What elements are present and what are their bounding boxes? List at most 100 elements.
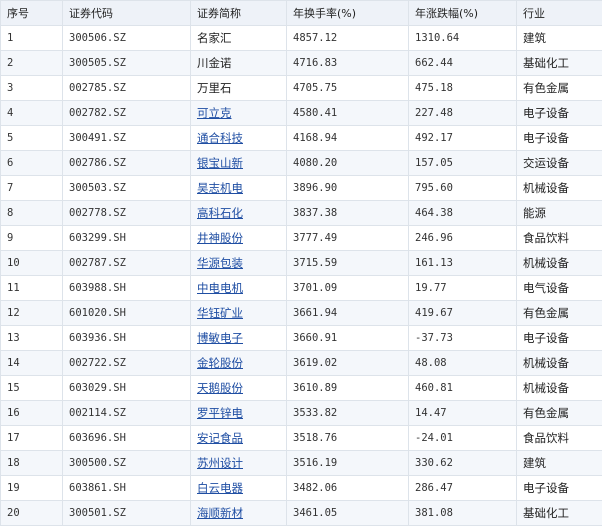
cell-industry: 电气设备 — [516, 275, 602, 301]
stock-name-link[interactable]: 华源包装 — [190, 250, 287, 276]
cell-name: 万里石 — [190, 75, 287, 101]
cell-index: 8 — [0, 200, 63, 226]
table-row: 4 002782.SZ 可立克 4580.41 227.48 电子设备 — [0, 100, 602, 126]
stock-name-link[interactable]: 昊志机电 — [190, 175, 287, 201]
stock-name-link[interactable]: 天鹅股份 — [190, 375, 287, 401]
cell-turnover: 3661.94 — [286, 300, 409, 326]
cell-turnover: 3660.91 — [286, 325, 409, 351]
table-row: 15 603029.SH 天鹅股份 3610.89 460.81 机械设备 — [0, 375, 602, 401]
cell-code: 601020.SH — [62, 300, 191, 326]
cell-code: 603861.SH — [62, 475, 191, 501]
cell-change: 330.62 — [408, 450, 517, 476]
cell-code: 603988.SH — [62, 275, 191, 301]
cell-index: 1 — [0, 25, 63, 51]
stock-name-link[interactable]: 高科石化 — [190, 200, 287, 226]
cell-turnover: 3533.82 — [286, 400, 409, 426]
cell-industry: 基础化工 — [516, 500, 602, 526]
cell-name: 川金诺 — [190, 50, 287, 76]
cell-industry: 食品饮料 — [516, 425, 602, 451]
cell-index: 18 — [0, 450, 63, 476]
cell-industry: 基础化工 — [516, 50, 602, 76]
cell-code: 300501.SZ — [62, 500, 191, 526]
table-row: 14 002722.SZ 金轮股份 3619.02 48.08 机械设备 — [0, 350, 602, 376]
cell-turnover: 3482.06 — [286, 475, 409, 501]
cell-change: 246.96 — [408, 225, 517, 251]
cell-index: 7 — [0, 175, 63, 201]
cell-index: 15 — [0, 375, 63, 401]
table-row: 20 300501.SZ 海顺新材 3461.05 381.08 基础化工 — [0, 500, 602, 526]
cell-change: 1310.64 — [408, 25, 517, 51]
stock-name-link[interactable]: 罗平锌电 — [190, 400, 287, 426]
cell-change: 419.67 — [408, 300, 517, 326]
cell-index: 9 — [0, 225, 63, 251]
cell-industry: 建筑 — [516, 450, 602, 476]
stock-name-link[interactable]: 井神股份 — [190, 225, 287, 251]
stock-name-link[interactable]: 银宝山新 — [190, 150, 287, 176]
cell-turnover: 3619.02 — [286, 350, 409, 376]
cell-industry: 电子设备 — [516, 475, 602, 501]
cell-code: 300503.SZ — [62, 175, 191, 201]
cell-code: 002785.SZ — [62, 75, 191, 101]
cell-change: 492.17 — [408, 125, 517, 151]
cell-code: 300500.SZ — [62, 450, 191, 476]
table-row: 8 002778.SZ 高科石化 3837.38 464.38 能源 — [0, 200, 602, 226]
table-row: 13 603936.SH 博敏电子 3660.91 -37.73 电子设备 — [0, 325, 602, 351]
cell-turnover: 4168.94 — [286, 125, 409, 151]
cell-industry: 电子设备 — [516, 100, 602, 126]
stock-name-link[interactable]: 安记食品 — [190, 425, 287, 451]
cell-code: 603299.SH — [62, 225, 191, 251]
cell-index: 11 — [0, 275, 63, 301]
stock-name-link[interactable]: 白云电器 — [190, 475, 287, 501]
cell-code: 002778.SZ — [62, 200, 191, 226]
cell-index: 19 — [0, 475, 63, 501]
cell-industry: 建筑 — [516, 25, 602, 51]
cell-industry: 食品饮料 — [516, 225, 602, 251]
cell-turnover: 3518.76 — [286, 425, 409, 451]
cell-index: 4 — [0, 100, 63, 126]
cell-code: 002114.SZ — [62, 400, 191, 426]
stock-name-link[interactable]: 苏州设计 — [190, 450, 287, 476]
stock-name-link[interactable]: 通合科技 — [190, 125, 287, 151]
stock-name-link[interactable]: 华钰矿业 — [190, 300, 287, 326]
cell-change: 157.05 — [408, 150, 517, 176]
table-row: 10 002787.SZ 华源包装 3715.59 161.13 机械设备 — [0, 250, 602, 276]
cell-code: 300506.SZ — [62, 25, 191, 51]
table-row: 1 300506.SZ 名家汇 4857.12 1310.64 建筑 — [0, 25, 602, 51]
cell-code: 603936.SH — [62, 325, 191, 351]
stock-name-link[interactable]: 金轮股份 — [190, 350, 287, 376]
cell-code: 603696.SH — [62, 425, 191, 451]
cell-code: 002786.SZ — [62, 150, 191, 176]
stock-name-link[interactable]: 博敏电子 — [190, 325, 287, 351]
table-header-row: 序号 证券代码 证券简称 年换手率(%) 年涨跌幅(%) 行业 — [0, 0, 602, 26]
stock-name-link[interactable]: 中电电机 — [190, 275, 287, 301]
cell-index: 10 — [0, 250, 63, 276]
cell-industry: 机械设备 — [516, 250, 602, 276]
cell-index: 16 — [0, 400, 63, 426]
cell-industry: 有色金属 — [516, 75, 602, 101]
cell-index: 17 — [0, 425, 63, 451]
table-row: 9 603299.SH 井神股份 3777.49 246.96 食品饮料 — [0, 225, 602, 251]
cell-change: 19.77 — [408, 275, 517, 301]
cell-turnover: 3701.09 — [286, 275, 409, 301]
cell-turnover: 3837.38 — [286, 200, 409, 226]
cell-code: 002787.SZ — [62, 250, 191, 276]
cell-industry: 电子设备 — [516, 325, 602, 351]
cell-index: 12 — [0, 300, 63, 326]
stock-name-link[interactable]: 可立克 — [190, 100, 287, 126]
cell-change: 286.47 — [408, 475, 517, 501]
cell-turnover: 4705.75 — [286, 75, 409, 101]
cell-index: 2 — [0, 50, 63, 76]
column-header-name: 证券简称 — [190, 0, 287, 26]
cell-code: 603029.SH — [62, 375, 191, 401]
cell-change: 227.48 — [408, 100, 517, 126]
cell-index: 14 — [0, 350, 63, 376]
table-row: 2 300505.SZ 川金诺 4716.83 662.44 基础化工 — [0, 50, 602, 76]
cell-industry: 有色金属 — [516, 300, 602, 326]
cell-name: 名家汇 — [190, 25, 287, 51]
cell-turnover: 3715.59 — [286, 250, 409, 276]
table-row: 11 603988.SH 中电电机 3701.09 19.77 电气设备 — [0, 275, 602, 301]
cell-turnover: 3516.19 — [286, 450, 409, 476]
cell-change: 475.18 — [408, 75, 517, 101]
cell-code: 300491.SZ — [62, 125, 191, 151]
stock-name-link[interactable]: 海顺新材 — [190, 500, 287, 526]
